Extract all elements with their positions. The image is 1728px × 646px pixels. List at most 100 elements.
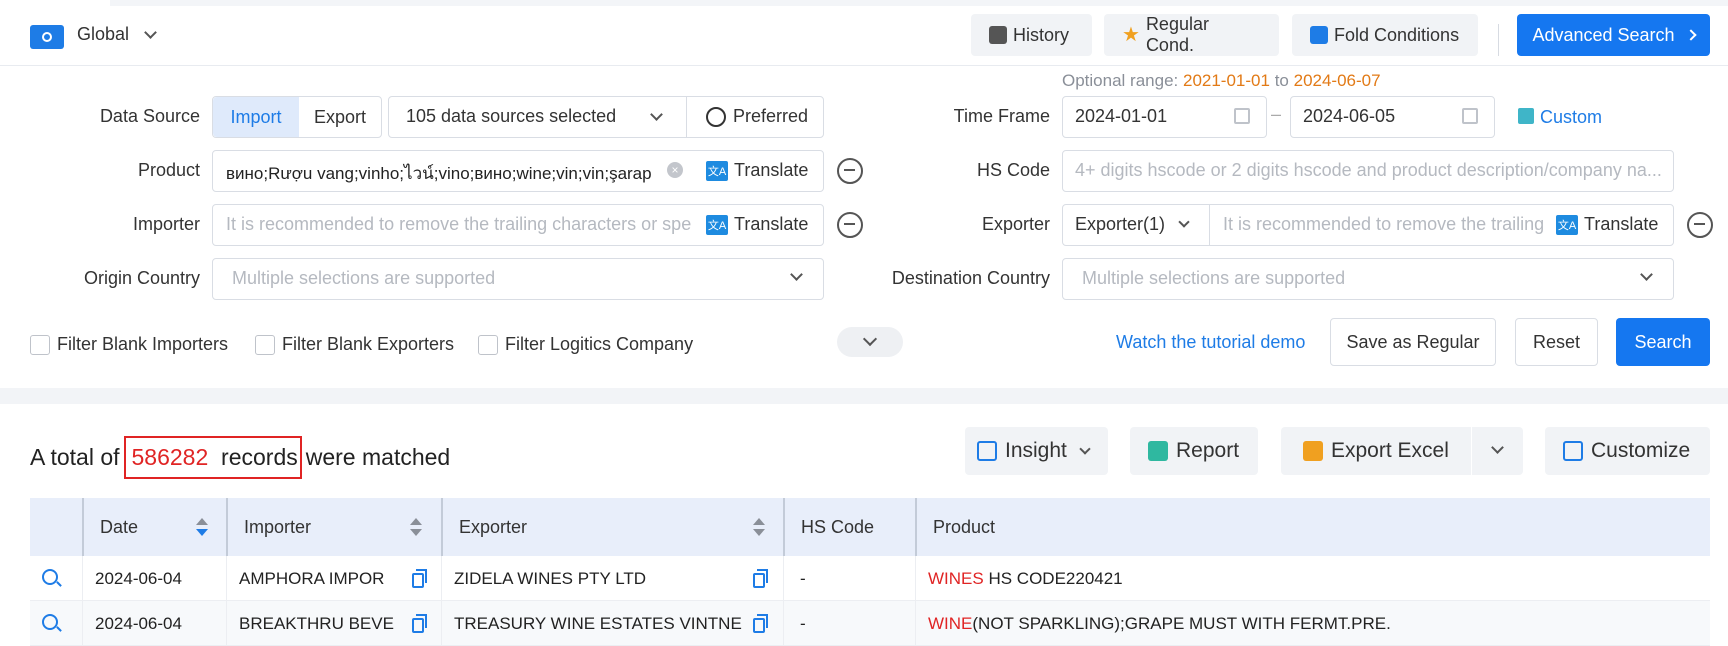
hs-code-label: HS Code <box>976 160 1050 180</box>
sort-icon[interactable] <box>410 518 422 538</box>
importer-placeholder: It is recommended to remove the trailing… <box>226 214 692 234</box>
exporter-translate-button[interactable]: 文A Translate <box>1556 214 1658 235</box>
date-to-value: 2024-06-05 <box>1303 106 1396 126</box>
time-frame-label: Time Frame <box>953 106 1050 126</box>
chevron-right-icon <box>1684 29 1697 41</box>
preferred-button[interactable]: Preferred <box>733 106 808 127</box>
zoom-search-icon[interactable] <box>837 158 863 184</box>
cell-hs-code: - <box>783 556 915 601</box>
import-tab[interactable]: Import <box>213 97 299 137</box>
regular-cond-button[interactable]: ★ Regular Cond. <box>1104 14 1279 56</box>
chevron-down-icon <box>862 331 878 347</box>
cell-exporter: TREASURY WINE ESTATES VINTNE <box>441 601 783 646</box>
divider <box>1498 24 1499 56</box>
exporter-placeholder: It is recommended to remove the trailing <box>1223 214 1545 234</box>
cell-date: 2024-06-04 <box>82 601 226 646</box>
top-bar: Global History ★ Regular Cond. Fold Cond… <box>0 6 1728 66</box>
reset-button[interactable]: Reset <box>1515 318 1598 366</box>
divider <box>686 96 687 138</box>
customize-icon <box>1563 441 1583 461</box>
record-count-highlight: 586282 records <box>123 436 302 479</box>
chevron-down-icon[interactable] <box>144 26 157 39</box>
zoom-search-icon[interactable] <box>837 212 863 238</box>
report-button[interactable]: Report <box>1130 427 1258 475</box>
history-icon <box>989 26 1007 44</box>
cell-exporter: ZIDELA WINES PTY LTD <box>441 556 783 601</box>
calendar-icon[interactable] <box>1462 108 1478 124</box>
data-source-label: Data Source <box>99 106 200 126</box>
importer-label: Importer <box>132 214 200 234</box>
report-icon <box>1148 441 1168 461</box>
translate-icon: 文A <box>706 160 728 181</box>
export-tab[interactable]: Export <box>299 97 381 137</box>
record-count: 586282 <box>131 444 209 470</box>
optional-range: Optional range: 2021-01-01 to 2024-06-07 <box>1062 71 1381 90</box>
save-as-regular-button[interactable]: Save as Regular <box>1330 318 1496 366</box>
table-row[interactable]: 2024-06-04 BREAKTHRU BEVE TREASURY WINE … <box>30 601 1710 646</box>
expand-filters-toggle[interactable] <box>837 327 903 357</box>
clear-icon[interactable]: × <box>667 162 683 178</box>
copy-icon[interactable] <box>412 569 427 588</box>
fold-icon <box>1310 26 1328 44</box>
tutorial-link[interactable]: Watch the tutorial demo <box>1116 332 1305 353</box>
customize-button[interactable]: Customize <box>1545 427 1710 475</box>
sort-icon[interactable] <box>753 518 765 538</box>
column-header-importer[interactable]: Importer <box>226 498 441 556</box>
column-header-hs-code[interactable]: HS Code <box>783 498 915 556</box>
divider <box>1209 204 1210 246</box>
destination-country-label: Destination Country <box>891 268 1050 288</box>
globe-icon[interactable] <box>30 25 64 49</box>
cell-product: WINE (NOT SPARKLING);GRAPE MUST WITH FERM… <box>915 601 1710 646</box>
fold-conditions-button[interactable]: Fold Conditions <box>1292 14 1478 56</box>
insight-icon <box>977 441 997 461</box>
history-button[interactable]: History <box>971 14 1092 56</box>
check-circle-icon <box>706 107 726 127</box>
table-row[interactable]: 2024-06-04 AMPHORA IMPOR ZIDELA WINES PT… <box>30 556 1710 601</box>
date-from-value: 2024-01-01 <box>1075 106 1168 126</box>
chevron-down-icon[interactable] <box>1491 441 1504 454</box>
destination-placeholder: Multiple selections are supported <box>1082 268 1346 288</box>
section-divider <box>0 388 1728 404</box>
product-label: Product <box>137 160 200 180</box>
cell-hs-code: - <box>783 601 915 646</box>
search-button[interactable]: Search <box>1616 318 1710 366</box>
filter-logistics-checkbox[interactable]: Filter Logitics Company <box>478 334 693 355</box>
date-separator: – <box>1271 104 1282 124</box>
copy-icon[interactable] <box>753 569 768 588</box>
origin-country-label: Origin Country <box>83 268 200 288</box>
export-excel-button[interactable]: Export Excel <box>1281 427 1523 475</box>
cell-importer: BREAKTHRU BEVE <box>226 601 441 646</box>
product-value: вино;Rượu vang;vinho;ไวน์;vino;вино;wine… <box>226 164 652 183</box>
data-sources-value: 105 data sources selected <box>406 106 617 126</box>
sort-icon[interactable] <box>196 518 208 538</box>
insight-button[interactable]: Insight <box>965 427 1108 475</box>
origin-placeholder: Multiple selections are supported <box>232 268 496 288</box>
calendar-icon[interactable] <box>1234 108 1250 124</box>
filter-blank-exporters-checkbox[interactable]: Filter Blank Exporters <box>255 334 454 355</box>
advanced-search-button[interactable]: Advanced Search <box>1517 14 1710 56</box>
chevron-down-icon <box>1079 443 1091 455</box>
export-excel-icon <box>1303 441 1323 461</box>
column-header-date[interactable]: Date <box>82 498 212 556</box>
search-icon[interactable] <box>42 569 58 585</box>
cell-importer: AMPHORA IMPOR <box>226 556 441 601</box>
copy-icon[interactable] <box>753 614 768 633</box>
table-header: Date Importer Exporter HS Code Product <box>30 498 1710 556</box>
translate-icon: 文A <box>706 214 728 235</box>
hs-code-placeholder: 4+ digits hscode or 2 digits hscode and … <box>1075 160 1662 180</box>
custom-icon <box>1518 108 1534 124</box>
copy-icon[interactable] <box>412 614 427 633</box>
column-header-product[interactable]: Product <box>915 498 1710 556</box>
filter-blank-importers-checkbox[interactable]: Filter Blank Importers <box>30 334 228 355</box>
exporter-type-select[interactable]: Exporter(1) <box>1075 214 1165 235</box>
exporter-label: Exporter <box>981 214 1050 234</box>
column-header-exporter[interactable]: Exporter <box>441 498 783 556</box>
importer-translate-button[interactable]: 文A Translate <box>706 214 808 235</box>
product-translate-button[interactable]: 文A Translate <box>706 160 808 181</box>
region-selector[interactable]: Global <box>77 24 129 45</box>
custom-range-link[interactable]: Custom <box>1540 107 1602 128</box>
translate-icon: 文A <box>1556 214 1578 235</box>
zoom-search-icon[interactable] <box>1687 212 1713 238</box>
cell-product: WINES HS CODE220421 <box>915 556 1710 601</box>
search-icon[interactable] <box>42 614 58 630</box>
